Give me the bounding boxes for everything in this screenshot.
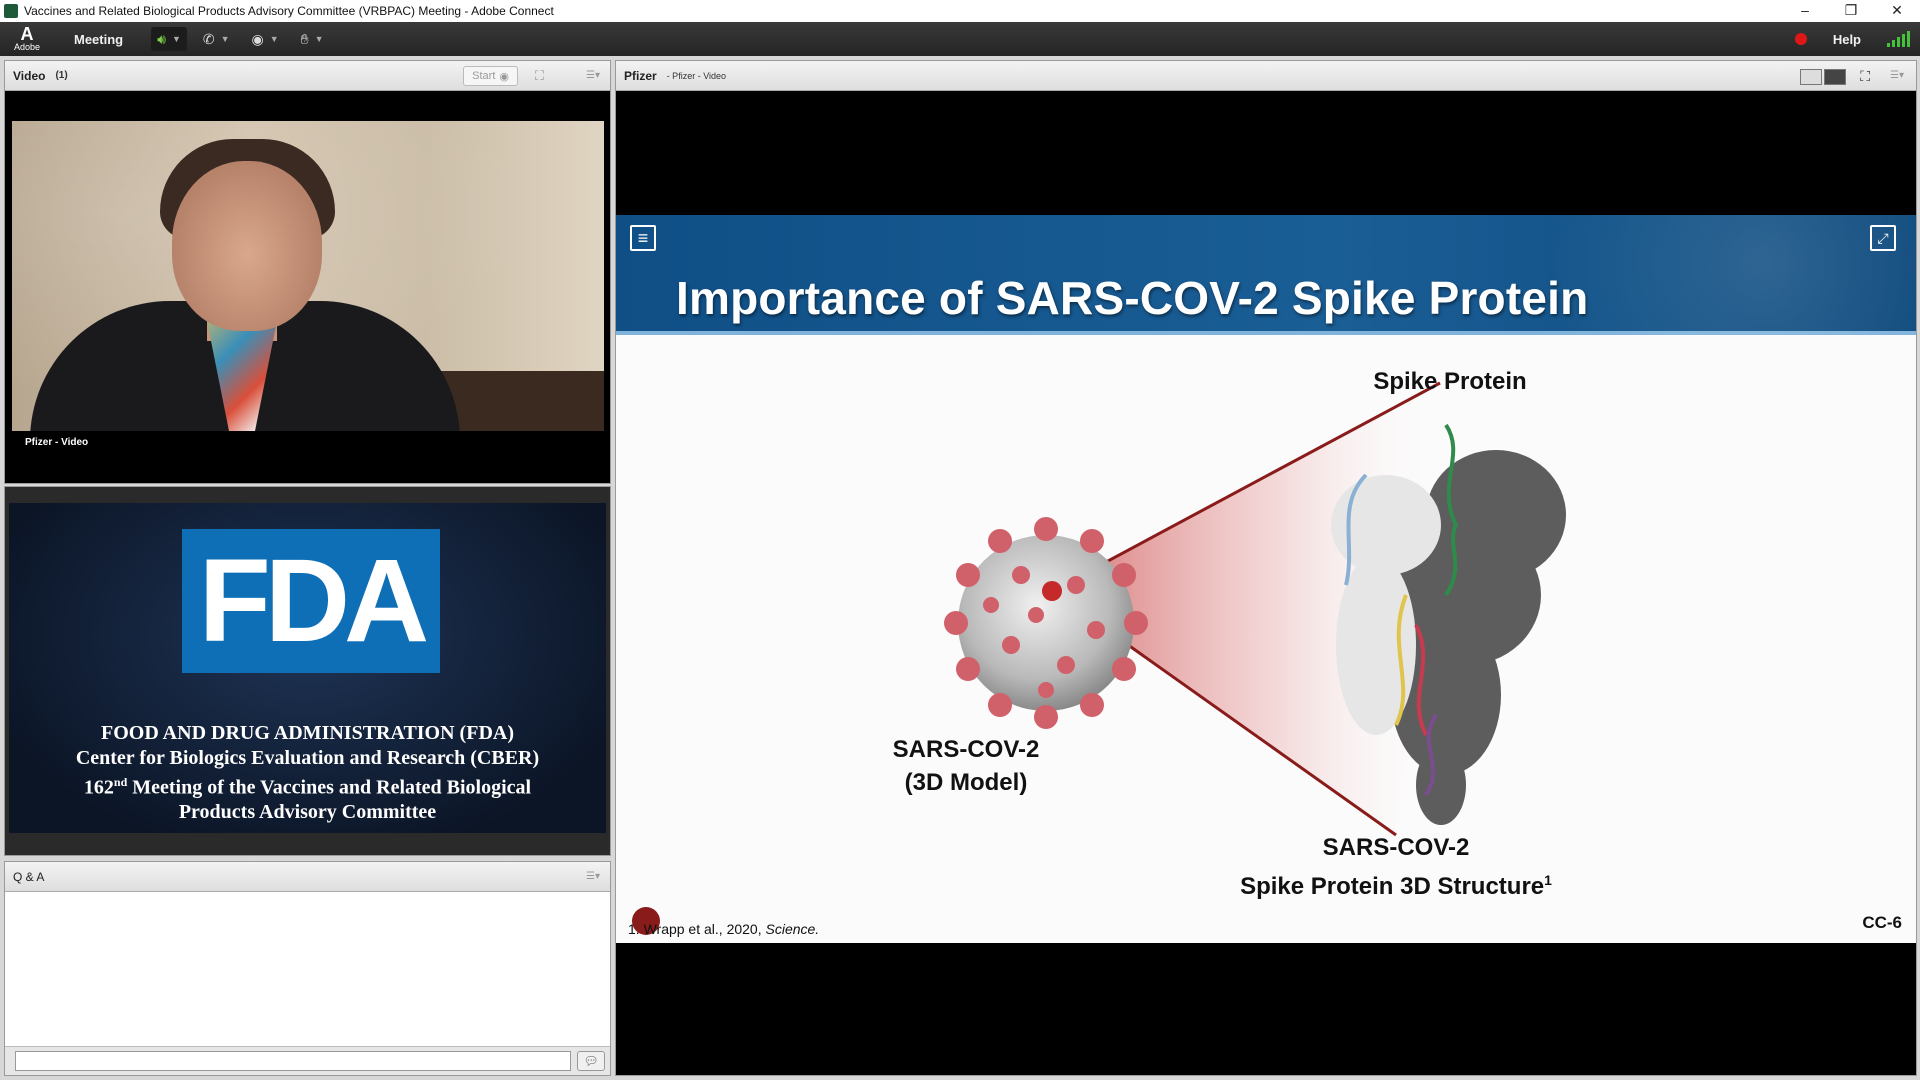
qa-message-list[interactable] <box>7 894 608 1044</box>
close-button[interactable]: ✕ <box>1874 0 1920 22</box>
video-feed <box>12 121 604 431</box>
video-pod-title: Video <box>13 68 46 83</box>
spike-structure-label: SARS-COV-2 Spike Protein 3D Structure1 <box>1240 834 1552 900</box>
adobe-connect-app-icon <box>4 4 18 18</box>
speaker-button[interactable]: 🔊︎ ▼ <box>151 27 187 51</box>
fda-logo: FDA <box>182 529 440 673</box>
qa-pod: Q & A ☰▾ 💬︎ <box>4 861 611 1076</box>
meeting-menu[interactable]: Meeting <box>74 32 123 47</box>
qa-pod-title: Q & A <box>13 869 45 884</box>
speaker-icon: 🔊︎ <box>157 30 166 47</box>
connection-status-icon[interactable] <box>1887 31 1910 47</box>
pod-options-icon[interactable]: ☰▾ <box>586 70 600 81</box>
start-webcam-button[interactable]: Start ◉ <box>463 66 518 86</box>
qa-input-bar: 💬︎ <box>5 1046 610 1075</box>
window-title-bar: Vaccines and Related Biological Products… <box>0 0 1920 22</box>
view-mode-normal-icon[interactable] <box>1800 69 1822 85</box>
phone-icon: ✆ <box>202 30 215 47</box>
webcam-icon: ◉ <box>251 30 264 47</box>
qa-send-button[interactable]: 💬︎ <box>577 1051 605 1071</box>
chevron-down-icon[interactable]: ▼ <box>221 34 230 44</box>
spike-protein-label: Spike Protein <box>1373 368 1527 395</box>
raise-hand-icon: ✋︎ <box>300 30 309 47</box>
fda-line-1: FOOD AND DRUG ADMINISTRATION (FDA) <box>101 722 514 744</box>
presentation-slide: ≡ ⤢ Importance of SARS-COV-2 Spike Prote… <box>616 215 1916 943</box>
window-title: Vaccines and Related Biological Products… <box>24 4 554 18</box>
virus-model-label: SARS-COV-2 (3D Model) <box>892 736 1040 796</box>
raise-hand-button[interactable]: ✋︎ ▼ <box>295 27 330 51</box>
speech-bubble-icon: 💬︎ <box>583 1054 599 1068</box>
video-feed-label: Pfizer - Video <box>25 437 89 448</box>
letterbox-bottom <box>616 943 1916 1075</box>
pod-options-icon[interactable]: ☰▾ <box>586 871 600 882</box>
fda-share-pod: FDA FOOD AND DRUG ADMINISTRATION (FDA) C… <box>4 486 611 856</box>
chevron-down-icon[interactable]: ▼ <box>315 34 324 44</box>
adobe-logo: A Adobe <box>14 24 41 52</box>
share-pod-subtitle: - Pfizer - Video <box>666 70 727 81</box>
menu-bar-right: Help <box>1794 22 1920 56</box>
video-pod: Video (1) Start ◉ ⛶ ☰▾ Pfizer - Video <box>4 60 611 484</box>
fda-title-slide: FDA FOOD AND DRUG ADMINISTRATION (FDA) C… <box>9 503 606 833</box>
toolbar-group: 🔊︎ ▼ ✆ ▼ ◉ ▼ ✋︎ ▼ <box>151 27 329 51</box>
qa-pod-header: Q & A ☰▾ <box>5 862 610 892</box>
view-mode-toggle <box>1800 69 1846 85</box>
fda-meeting-title: FOOD AND DRUG ADMINISTRATION (FDA) Cente… <box>9 721 606 825</box>
menu-bar: A Adobe Meeting 🔊︎ ▼ ✆ ▼ ◉ ▼ ✋︎ ▼ Help <box>0 22 1920 56</box>
chevron-down-icon[interactable]: ▼ <box>270 34 279 44</box>
sars-cov-2-virus-illustration <box>944 517 1148 729</box>
webcam-icon: ◉ <box>499 70 509 83</box>
video-count: (1) <box>55 70 68 81</box>
share-pod-title: Pfizer <box>624 68 657 83</box>
fda-line-4: Products Advisory Committee <box>178 801 437 824</box>
webcam-button[interactable]: ◉ ▼ <box>246 27 285 51</box>
pod-options-icon[interactable]: ☰▾ <box>1890 70 1904 81</box>
video-pod-header: Video (1) Start ◉ ⛶ ☰▾ <box>5 61 610 91</box>
fullscreen-icon[interactable]: ⛶ <box>1860 68 1870 85</box>
phone-button[interactable]: ✆ ▼ <box>197 27 236 51</box>
share-pod-header: Pfizer - Pfizer - Video ⛶ ☰▾ <box>616 61 1916 91</box>
window-controls: – ❐ ✕ <box>1782 0 1920 22</box>
slide-citation: 1. Wrapp et al., 2020, Science. <box>628 921 820 937</box>
help-menu[interactable]: Help <box>1833 32 1861 47</box>
share-pod: Pfizer - Pfizer - Video ⛶ ☰▾ ≡ ⤢ Importa… <box>615 60 1917 1076</box>
slide-number: CC-6 <box>1862 913 1902 932</box>
fullscreen-icon[interactable]: ⛶ <box>535 68 544 84</box>
minimize-button[interactable]: – <box>1782 0 1828 22</box>
chevron-down-icon[interactable]: ▼ <box>172 34 181 44</box>
view-mode-fit-icon[interactable] <box>1824 69 1846 85</box>
spike-protein-structure-illustration <box>1331 423 1566 825</box>
fda-line-3: 162nd Meeting of the Vaccines and Relate… <box>83 775 532 799</box>
recording-indicator-icon[interactable] <box>1794 33 1807 45</box>
restore-button[interactable]: ❐ <box>1828 0 1874 22</box>
qa-question-input[interactable] <box>15 1051 571 1071</box>
fda-line-2: Center for Biologics Evaluation and Rese… <box>75 746 540 769</box>
